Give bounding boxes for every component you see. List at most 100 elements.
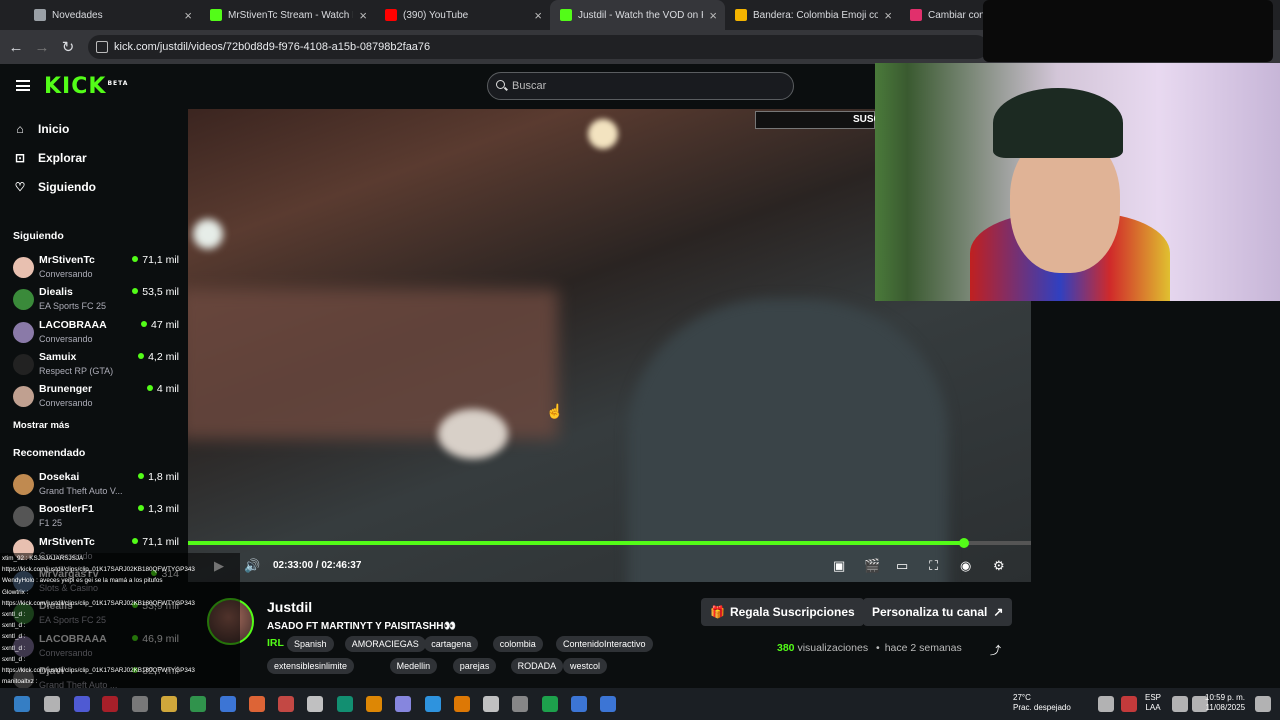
- webcam-person: [993, 88, 1123, 158]
- fullscreen-icon[interactable]: ⛶: [929, 558, 938, 574]
- address-bar[interactable]: kick.com/justdil/videos/72b0d8d9-f976-41…: [88, 35, 988, 59]
- discord-icon[interactable]: [74, 696, 90, 712]
- browser-tab[interactable]: Justdil - Watch the VOD on Kick ×: [550, 0, 725, 30]
- close-tab-icon[interactable]: ×: [884, 8, 892, 23]
- channel-category: EA Sports FC 25: [39, 301, 107, 312]
- speed-icon[interactable]: ◉: [960, 558, 971, 574]
- volume-icon[interactable]: 🔊: [244, 558, 260, 574]
- firefox-icon[interactable]: [249, 696, 265, 712]
- forward-icon[interactable]: →: [29, 39, 55, 56]
- video-scene: [193, 219, 223, 249]
- file-explorer-icon[interactable]: [161, 696, 177, 712]
- photoshop-icon[interactable]: [425, 696, 441, 712]
- tab-title: (390) YouTube: [403, 9, 469, 21]
- chat-message: sxntl_d :: [2, 611, 26, 618]
- microphone-icon[interactable]: [1121, 696, 1137, 712]
- chrome-icon[interactable]: [600, 696, 616, 712]
- app-icon[interactable]: [102, 696, 118, 712]
- stream-tag[interactable]: RODADA: [510, 658, 564, 674]
- back-icon[interactable]: ←: [3, 39, 29, 56]
- chrome-icon[interactable]: [571, 696, 587, 712]
- search-input[interactable]: Buscar: [487, 72, 794, 100]
- chatgpt-icon[interactable]: [337, 696, 353, 712]
- menu-icon[interactable]: [16, 80, 30, 91]
- language-indicator[interactable]: ESP LAA: [1145, 693, 1161, 713]
- illustrator-icon[interactable]: [366, 696, 382, 712]
- network-icon[interactable]: [1172, 696, 1188, 712]
- close-tab-icon[interactable]: ×: [359, 8, 367, 23]
- vlc-icon[interactable]: [454, 696, 470, 712]
- sidebar-channel-lacobraaa[interactable]: LACOBRAAA Conversando 47 mil: [13, 318, 179, 348]
- tab-favicon-icon: [735, 9, 747, 21]
- webcam-overlay: [875, 63, 1280, 301]
- channel-name: LACOBRAAA: [39, 318, 107, 331]
- video-scene: [188, 289, 558, 439]
- channel-avatar: [13, 321, 34, 343]
- battery-icon[interactable]: [1255, 696, 1271, 712]
- browser-tab[interactable]: Bandera: Colombia Emoji co ×: [725, 0, 900, 30]
- sidebar-channel-boostlerf1[interactable]: BoostlerF1 F1 25 1,3 mil: [13, 502, 179, 532]
- share-icon[interactable]: ⤴: [990, 642, 1001, 658]
- theater-mode-icon[interactable]: ▭: [896, 558, 908, 574]
- stream-tag[interactable]: AMORACIEGAS: [344, 636, 426, 652]
- mini-player-icon[interactable]: ▣: [833, 558, 845, 574]
- close-tab-icon[interactable]: ×: [184, 8, 192, 23]
- viewer-count: 71,1 mil: [132, 254, 179, 266]
- seek-bar[interactable]: [188, 538, 1031, 548]
- video-stats: 380 visualizaciones • hace 2 semanas: [777, 642, 962, 654]
- channel-name[interactable]: Justdil: [267, 599, 312, 615]
- terminal-icon[interactable]: [512, 696, 528, 712]
- calculator-icon[interactable]: [132, 696, 148, 712]
- stream-tag[interactable]: extensiblesinlimite: [267, 658, 355, 674]
- stream-tag[interactable]: ContenidoInteractivo: [556, 636, 653, 652]
- gift-subs-button[interactable]: 🎁 Regala Suscripciones: [701, 598, 864, 626]
- show-more-link[interactable]: Mostrar más: [13, 420, 70, 431]
- browser-tab[interactable]: Novedades ×: [0, 0, 200, 30]
- close-tab-icon[interactable]: ×: [534, 8, 542, 23]
- chat-message: sxntl_d :: [2, 655, 26, 663]
- stream-tag[interactable]: cartagena: [424, 636, 479, 652]
- weather-widget[interactable]: 27°C Prac. despejado: [1013, 693, 1071, 713]
- obs-icon[interactable]: [483, 696, 499, 712]
- category-link[interactable]: IRL: [267, 637, 284, 649]
- following-heading: Siguiendo: [13, 230, 64, 242]
- notepad-icon[interactable]: [307, 696, 323, 712]
- seek-handle[interactable]: [958, 538, 969, 548]
- browser-tab[interactable]: MrStivenTc Stream - Watch Live o ×: [200, 0, 375, 30]
- sidebar-nav-inicio[interactable]: ⌂ Inicio: [13, 122, 69, 136]
- close-tab-icon[interactable]: ×: [709, 8, 717, 23]
- sidebar-channel-samuix[interactable]: Samuix Respect RP (GTA) 4,2 mil: [13, 350, 179, 380]
- sub-goal-badge: SUSC: [755, 111, 881, 129]
- channel-name: Brunenger: [39, 383, 93, 396]
- sidebar-nav-siguiendo[interactable]: ♡ Siguiendo: [13, 180, 96, 194]
- kick-logo[interactable]: KICKBETA: [44, 74, 128, 99]
- sidebar-channel-dosekai[interactable]: Dosekai Grand Theft Auto V... 1,8 mil: [13, 470, 179, 500]
- windows-start-icon[interactable]: [14, 696, 30, 712]
- player-controls: ▶ 🔊 02:33:00 / 02:46:37 ▣ 🎬 ▭ ⛶ ◉ ⚙: [188, 552, 1031, 580]
- stream-tag[interactable]: parejas: [452, 658, 497, 674]
- stream-tag[interactable]: Spanish: [287, 636, 334, 652]
- premiere-icon[interactable]: [395, 696, 411, 712]
- stream-tag[interactable]: colombia: [492, 636, 543, 652]
- app-icon[interactable]: [278, 696, 294, 712]
- chrome-icon[interactable]: [220, 696, 236, 712]
- sidebar-nav-explorar[interactable]: ⊡ Explorar: [13, 151, 87, 165]
- clock[interactable]: 10:59 p. m. 11/08/2025: [1205, 693, 1245, 713]
- drive-icon[interactable]: [190, 696, 206, 712]
- chevron-up-icon[interactable]: [1098, 696, 1114, 712]
- stream-tag[interactable]: Medellin: [389, 658, 438, 674]
- sidebar-channel-mrstiventc[interactable]: MrStivenTc Conversando 71,1 mil: [13, 253, 179, 283]
- sidebar-channel-brunenger[interactable]: Brunenger Conversando 4 mil: [13, 382, 179, 412]
- search-icon[interactable]: [44, 696, 60, 712]
- sidebar-channel-diealis[interactable]: Diealis EA Sports FC 25 53,5 mil: [13, 285, 179, 315]
- stream-tag[interactable]: westcol: [563, 658, 608, 674]
- settings-icon[interactable]: ⚙: [993, 558, 1005, 574]
- chat-message: https://kick.com/justdil/clips/clip_01K1…: [2, 667, 195, 674]
- browser-tab[interactable]: (390) YouTube ×: [375, 0, 550, 30]
- site-info-icon[interactable]: [96, 41, 108, 53]
- tab-title: MrStivenTc Stream - Watch Live o: [228, 9, 353, 21]
- reload-icon[interactable]: ↻: [55, 38, 81, 56]
- customize-channel-button[interactable]: Personaliza tu canal ↗: [863, 598, 1013, 626]
- spotify-icon[interactable]: [542, 696, 558, 712]
- clip-icon[interactable]: 🎬: [864, 558, 880, 574]
